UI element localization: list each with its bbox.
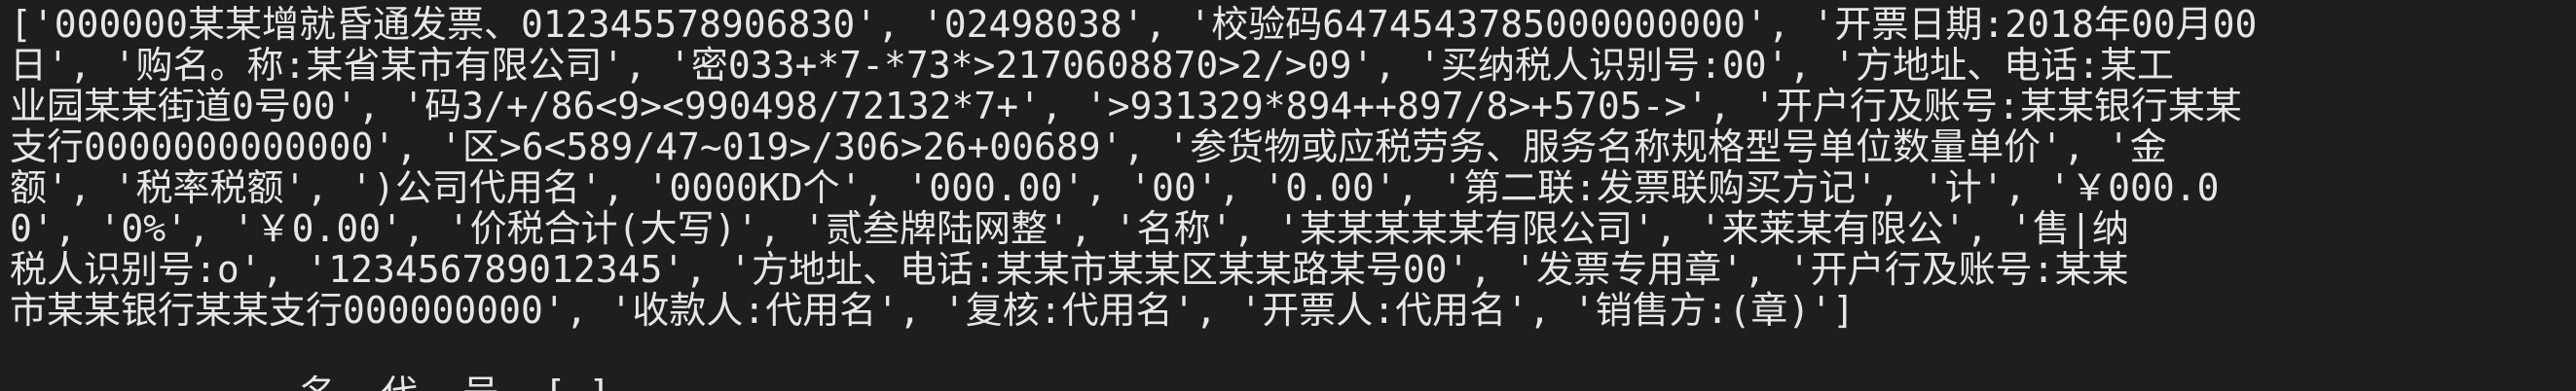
output-line-3: 业园某某街道0号00', '码3/+/86<9><990498/72132*7+…: [10, 86, 2242, 126]
partial-next-line: 名 代 号 [ ]: [10, 373, 610, 391]
output-line-5: 额', '税率税额', ')公司代用名', '0000KD个', '000.00…: [10, 167, 2220, 208]
output-line-2: 日', '购名。称:某省某市有限公司', '密033+*7-*73*>21706…: [10, 45, 2175, 86]
output-line-8: 市某某银行某某支行000000000', '收款人:代用名', '复核:代用名'…: [10, 290, 1855, 331]
output-line-1: ['000000某某增就昏通发票、012345578906830', '0249…: [10, 4, 2258, 45]
output-line-6: 0', '0%', '￥0.00', '价税合计(大写)', '贰叁牌陆网整',…: [10, 208, 2129, 249]
terminal-output: ['000000某某增就昏通发票、012345578906830', '0249…: [10, 4, 2566, 331]
output-line-7: 税人识别号:o', '123456789012345', '方地址、电话:某某市…: [10, 249, 2129, 290]
terminal-window[interactable]: ['000000某某增就昏通发票、012345578906830', '0249…: [0, 0, 2576, 391]
output-line-4: 支行0000000000000', '区>6<589/47~019>/306>2…: [10, 126, 2167, 167]
